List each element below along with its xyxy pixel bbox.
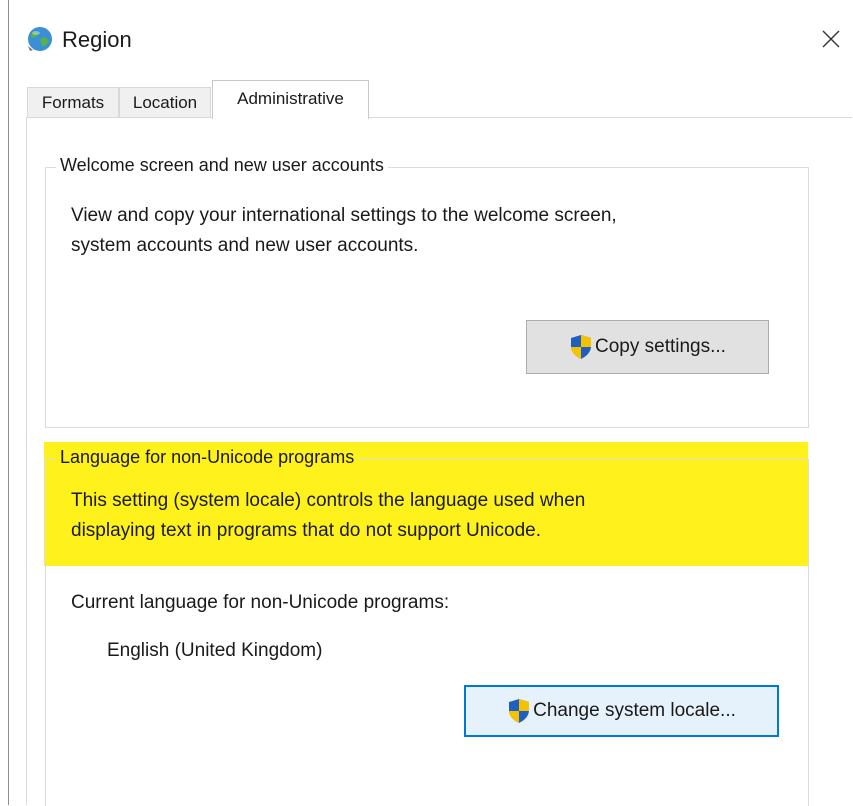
window-title: Region (62, 27, 132, 52)
non-unicode-group: Language for non-Unicode programs This s… (45, 447, 809, 806)
region-dialog: Region Formats Location Administrative W… (8, 0, 853, 806)
non-unicode-description: This setting (system locale) controls th… (71, 486, 585, 546)
current-language-value: English (United Kingdom) (107, 640, 323, 661)
uac-shield-icon (571, 335, 592, 359)
welcome-description-line1: View and copy your international setting… (71, 205, 617, 226)
administrative-panel: Welcome screen and new user accounts Vie… (26, 117, 852, 806)
non-unicode-description-line2: displaying text in programs that do not … (71, 520, 541, 541)
tab-administrative[interactable]: Administrative (212, 80, 369, 119)
welcome-group-title: Welcome screen and new user accounts (56, 155, 388, 176)
close-icon (822, 30, 840, 48)
non-unicode-description-line1: This setting (system locale) controls th… (71, 490, 586, 511)
copy-settings-button[interactable]: Copy settings... (526, 320, 769, 374)
close-button[interactable] (808, 16, 853, 62)
uac-shield-icon (509, 699, 530, 723)
welcome-description-line2: system accounts and new user accounts. (71, 235, 419, 256)
non-unicode-group-title: Language for non-Unicode programs (56, 447, 359, 468)
tab-formats[interactable]: Formats (27, 87, 119, 118)
tab-location[interactable]: Location (119, 87, 211, 118)
welcome-screen-group: Welcome screen and new user accounts Vie… (45, 155, 809, 428)
current-language-label: Current language for non-Unicode program… (71, 592, 450, 613)
copy-settings-label: Copy settings... (595, 336, 726, 357)
change-system-locale-label: Change system locale... (533, 700, 736, 721)
tab-strip: Formats Location Administrative (27, 80, 847, 119)
change-system-locale-button[interactable]: Change system locale... (464, 685, 779, 737)
globe-icon (28, 27, 52, 51)
title-bar: Region (9, 0, 853, 80)
welcome-group-description: View and copy your international setting… (71, 201, 617, 261)
